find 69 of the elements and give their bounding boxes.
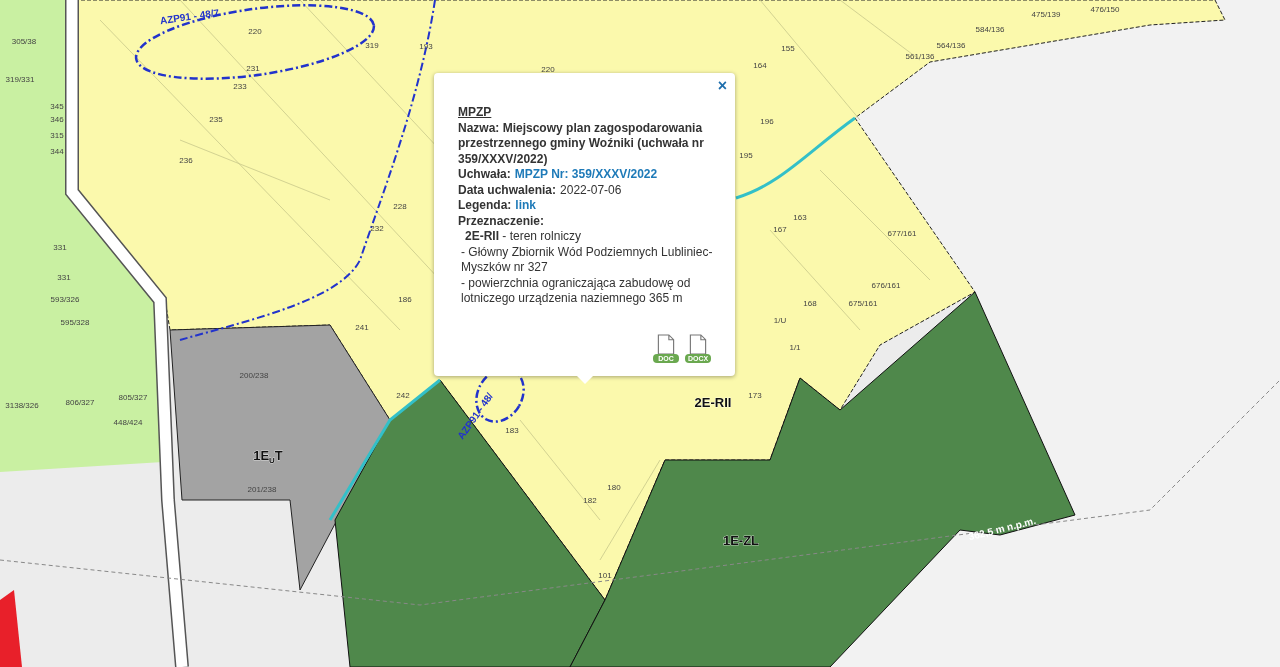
parcel-number: 676/161 bbox=[871, 281, 901, 290]
parcel-number: 675/161 bbox=[848, 299, 878, 308]
parcel-number: 677/161 bbox=[887, 229, 917, 238]
field-value: 2022-07-06 bbox=[560, 182, 622, 198]
parcel-number: 167 bbox=[773, 225, 787, 234]
parcel-number: 593/326 bbox=[50, 295, 80, 304]
parcel-number: 1/1 bbox=[789, 343, 801, 352]
parcel-number: 346 bbox=[50, 115, 64, 124]
parcel-number: 168 bbox=[803, 299, 817, 308]
parcel-number: 200/238 bbox=[239, 371, 269, 380]
parcel-number: 180 bbox=[607, 483, 621, 492]
parcel-number: 806/327 bbox=[65, 398, 95, 407]
field-link[interactable]: MPZP Nr: 359/XXXV/2022 bbox=[514, 167, 658, 183]
field-label: Legenda: bbox=[458, 198, 512, 214]
parcel-number: 595/328 bbox=[60, 318, 90, 327]
parcel-number: 561/136 bbox=[905, 52, 935, 61]
parcel-number: 305/38 bbox=[11, 37, 37, 46]
parcel-number: 344 bbox=[50, 147, 64, 156]
purpose-text: - Główny Zbiornik Wód Podziemnych Lubliniec-Myszków nr 327 bbox=[460, 244, 714, 276]
parcel-number: 448/424 bbox=[113, 418, 143, 427]
parcel-number: 196 bbox=[760, 117, 774, 126]
elevation-label: 362,5 m n.p.m. bbox=[967, 514, 1037, 543]
parcel-number: 155 bbox=[781, 44, 795, 53]
plan-name-text: Nazwa: Miejscowy plan zagospodarowania przestrzennego gminy Woźniki (uchwała nr 359/XXXV/2022) bbox=[458, 120, 705, 167]
parcel-number: 182 bbox=[583, 496, 597, 505]
parcel-number: 193 bbox=[419, 42, 433, 51]
parcel-number: 195 bbox=[739, 151, 753, 160]
parcel-number: 564/136 bbox=[936, 41, 966, 50]
parcel-number: 235 bbox=[209, 115, 223, 124]
parcel-number: 475/139 bbox=[1031, 10, 1061, 19]
field-label: Data uchwalenia: bbox=[458, 182, 557, 198]
parcel-number: 232 bbox=[370, 224, 384, 233]
parcel-number: 231 bbox=[246, 64, 260, 73]
parcel-number: 186 bbox=[398, 295, 412, 304]
parcel-number: 101 bbox=[598, 571, 612, 580]
purpose-text: 2E-RII - teren rolniczy bbox=[464, 229, 583, 245]
zone-label: 2E-RII bbox=[694, 395, 732, 410]
parcel-number: 584/136 bbox=[975, 25, 1005, 34]
parcel-number: 173 bbox=[748, 391, 762, 400]
parcel-number: 201/238 bbox=[247, 485, 277, 494]
parcel-number: 228 bbox=[393, 202, 407, 211]
parcel-number: 220 bbox=[248, 27, 262, 36]
parcel-number: 183 bbox=[505, 426, 519, 435]
field-link[interactable]: link bbox=[515, 198, 536, 214]
parcel-number: 331 bbox=[53, 243, 67, 252]
parcel-number: 315 bbox=[50, 131, 64, 140]
parcel-number: 331 bbox=[57, 273, 71, 282]
parcel-number: 3138/326 bbox=[5, 401, 39, 410]
parcel-number: 164 bbox=[753, 61, 767, 70]
parcel-number: 345 bbox=[50, 102, 64, 111]
site-label: AZP91 - 48/7 bbox=[159, 6, 220, 27]
parcel-number: 319/331 bbox=[5, 75, 35, 84]
popup-title: MPZP bbox=[458, 105, 492, 121]
field-label: Uchwała: bbox=[458, 167, 511, 183]
purpose-label: Przeznaczenie: bbox=[458, 213, 546, 229]
parcel-number: 805/327 bbox=[118, 393, 148, 402]
parcel-number: 476/150 bbox=[1090, 5, 1120, 14]
parcel-number: 236 bbox=[179, 156, 193, 165]
parcel-number: 233 bbox=[233, 82, 247, 91]
purpose-text: - powierzchnia ograniczająca zabudowę od lotniczego urządzenia naziemnego 365 m bbox=[460, 275, 692, 307]
parcel-number: 319 bbox=[365, 41, 379, 50]
parcel-number: 220 bbox=[541, 65, 555, 74]
parcel-number: 241 bbox=[355, 323, 369, 332]
zone-label: 1E$_{U}$T bbox=[253, 448, 283, 465]
zone-label: 1E-ZL bbox=[722, 533, 760, 548]
close-button[interactable]: × bbox=[713, 76, 731, 96]
parcel-number: 1/U bbox=[773, 316, 787, 325]
parcel-number: 163 bbox=[793, 213, 807, 222]
parcel-number: 242 bbox=[396, 391, 410, 400]
